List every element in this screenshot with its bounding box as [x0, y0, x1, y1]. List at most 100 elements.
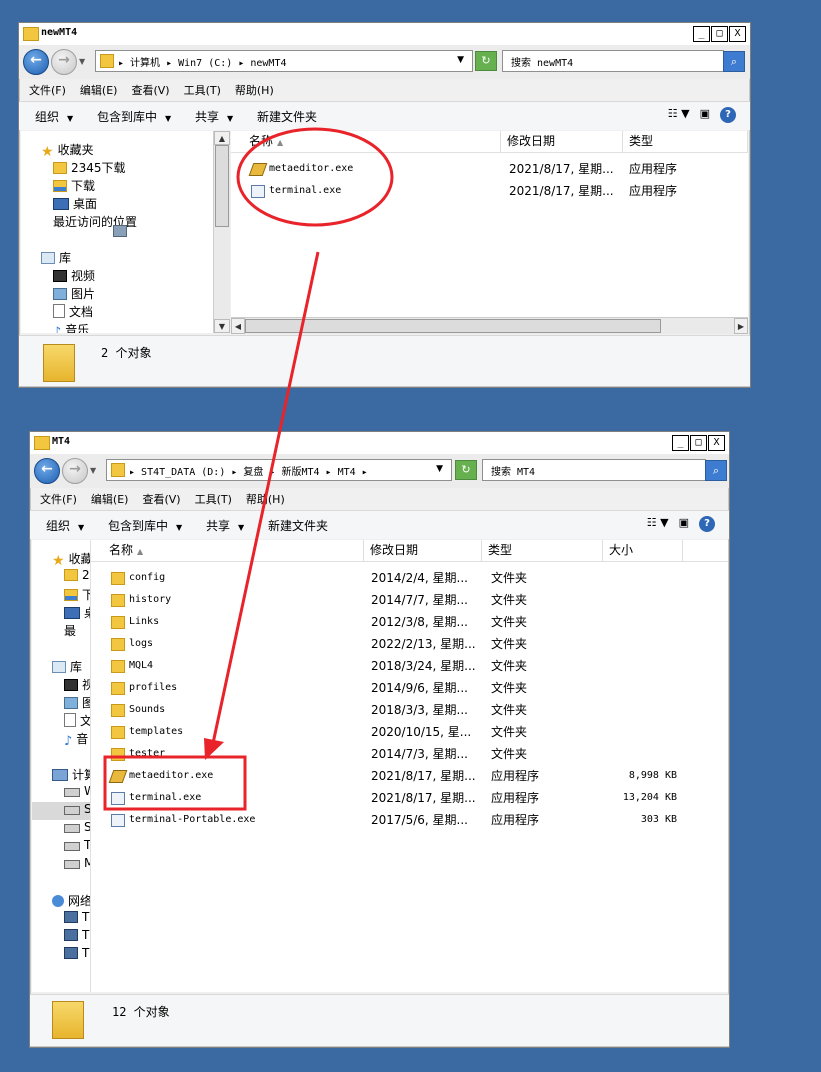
refresh-button[interactable]: ↻ — [455, 460, 477, 480]
nav-item-videos[interactable]: 视频 — [53, 267, 95, 284]
nav-item-desktop[interactable]: 桌 — [64, 604, 90, 621]
nav-item-2345-downloads[interactable]: 2345下载 — [53, 159, 126, 176]
nav-libraries[interactable]: 库 — [52, 658, 82, 675]
column-name[interactable]: 名称 ▲ — [231, 131, 501, 152]
minimize-button[interactable]: _ — [672, 435, 689, 451]
close-button[interactable]: X — [729, 26, 746, 42]
table-row[interactable]: terminal.exe 2021/8/17, 星期... 应用程序 13,204 K… — [91, 787, 728, 809]
table-row[interactable]: config 2014/2/4, 星期... 文件夹 — [91, 567, 728, 589]
maximize-button[interactable]: □ — [690, 435, 707, 451]
address-bar[interactable]: ▸ ST4T_DATA (D:) ▸ 复盘 ▸ 新版MT4 ▸ MT4 ▸ ▼ — [106, 459, 452, 481]
include-library-button[interactable]: 包含到库中 ▼ — [97, 108, 171, 125]
table-row[interactable]: metaeditor.exe 2021/8/17, 星期... 应用程序 8,998 … — [91, 765, 728, 787]
organize-button[interactable]: 组织 ▼ — [35, 108, 73, 125]
nav-item-documents[interactable]: 文 — [64, 712, 90, 729]
nav-item-pictures[interactable]: 图片 — [53, 285, 95, 302]
nav-item-drive-w[interactable]: W — [64, 784, 90, 798]
scroll-right-icon[interactable]: ▶ — [734, 318, 748, 334]
menu-tools[interactable]: 工具(T) — [184, 82, 221, 98]
help-icon[interactable]: ? — [699, 516, 715, 532]
column-type[interactable]: 类型 — [482, 540, 603, 561]
column-type[interactable]: 类型 — [623, 131, 748, 152]
title-bar[interactable]: MT4 _ □ X — [30, 432, 729, 454]
refresh-button[interactable]: ↻ — [475, 51, 497, 71]
search-icon[interactable]: ⌕ — [723, 51, 745, 72]
search-input[interactable]: 搜索 MT4 — [482, 459, 706, 481]
breadcrumb-folder-3[interactable]: MT4 — [338, 467, 356, 478]
minimize-button[interactable]: _ — [693, 26, 710, 42]
column-size[interactable]: 大小 — [603, 540, 683, 561]
view-options-icon[interactable]: ☷ ▼ — [647, 516, 669, 532]
column-modified[interactable]: 修改日期 — [501, 131, 623, 152]
address-dropdown-icon[interactable]: ▼ — [436, 464, 443, 474]
scroll-thumb[interactable] — [215, 145, 229, 227]
table-row[interactable]: Sounds 2018/3/3, 星期... 文件夹 — [91, 699, 728, 721]
nav-scrollbar[interactable]: ▲ ▼ — [213, 131, 230, 333]
menu-edit[interactable]: 编辑(E) — [80, 82, 118, 98]
column-modified[interactable]: 修改日期 — [364, 540, 482, 561]
nav-item-network-pc[interactable]: T — [64, 928, 89, 942]
nav-computer[interactable]: 计算 — [52, 766, 90, 783]
table-row[interactable]: terminal-Portable.exe 2017/5/6, 星期... 应用程序… — [91, 809, 728, 831]
new-folder-button[interactable]: 新建文件夹 — [257, 108, 317, 125]
nav-item-drive-selected[interactable]: S — [32, 802, 90, 820]
menu-help[interactable]: 帮助(H) — [235, 82, 274, 98]
breadcrumb-drive[interactable]: ST4T_DATA (D:) — [141, 467, 225, 478]
back-button[interactable]: ← — [23, 49, 49, 75]
breadcrumb-folder-2[interactable]: 新版MT4 — [281, 467, 319, 478]
share-button[interactable]: 共享 ▼ — [206, 517, 244, 534]
nav-item-2345-downloads[interactable]: 2 — [64, 568, 90, 582]
nav-item-pictures[interactable]: 图 — [64, 694, 90, 711]
menu-view[interactable]: 查看(V) — [131, 82, 169, 98]
forward-button[interactable]: → — [62, 458, 88, 484]
nav-item-drive-m[interactable]: M — [64, 856, 90, 870]
forward-button[interactable]: → — [51, 49, 77, 75]
scroll-left-icon[interactable]: ◀ — [231, 318, 245, 334]
preview-pane-icon[interactable]: ▣ — [679, 516, 689, 532]
menu-file[interactable]: 文件(F) — [29, 82, 66, 98]
nav-item-music[interactable]: ♪ 音乐 — [53, 321, 89, 333]
table-row[interactable]: profiles 2014/9/6, 星期... 文件夹 — [91, 677, 728, 699]
horizontal-scrollbar[interactable]: ◀ ▶ — [231, 317, 748, 334]
include-library-button[interactable]: 包含到库中 ▼ — [108, 517, 182, 534]
menu-tools[interactable]: 工具(T) — [195, 491, 232, 507]
nav-item-desktop[interactable]: 桌面 — [53, 195, 97, 212]
scroll-thumb[interactable] — [245, 319, 661, 333]
table-row[interactable]: metaeditor.exe 2021/8/17, 星期... 应用程序 — [231, 158, 748, 180]
table-row[interactable]: MQL4 2018/3/24, 星期... 文件夹 — [91, 655, 728, 677]
menu-view[interactable]: 查看(V) — [142, 491, 180, 507]
nav-favorites[interactable]: ★收藏夹 — [52, 550, 90, 569]
view-options-icon[interactable]: ☷ ▼ — [668, 107, 690, 123]
breadcrumb-computer[interactable]: 计算机 — [130, 58, 160, 69]
nav-item-music[interactable]: ♪ 音 — [64, 730, 88, 749]
column-name[interactable]: 名称 ▲ — [91, 540, 364, 561]
address-bar[interactable]: ▸ 计算机 ▸ Win7 (C:) ▸ newMT4 ▼ — [95, 50, 473, 72]
preview-pane-icon[interactable]: ▣ — [700, 107, 710, 123]
new-folder-button[interactable]: 新建文件夹 — [268, 517, 328, 534]
menu-help[interactable]: 帮助(H) — [246, 491, 285, 507]
nav-item-videos[interactable]: 视 — [64, 676, 90, 693]
nav-libraries[interactable]: 库 — [41, 249, 71, 266]
nav-item-network-pc[interactable]: T — [64, 946, 89, 960]
search-input[interactable]: 搜索 newMT4 — [502, 50, 724, 72]
table-row[interactable]: history 2014/7/7, 星期... 文件夹 — [91, 589, 728, 611]
scroll-down-icon[interactable]: ▼ — [214, 319, 230, 333]
nav-item-documents[interactable]: 文档 — [53, 303, 93, 320]
menu-edit[interactable]: 编辑(E) — [91, 491, 129, 507]
nav-item-network-pc[interactable]: T — [64, 910, 89, 924]
nav-favorites[interactable]: ★收藏夹 — [41, 141, 94, 160]
breadcrumb-folder[interactable]: newMT4 — [250, 58, 286, 69]
breadcrumb-folder-1[interactable]: 复盘 — [243, 467, 263, 478]
table-row[interactable]: templates 2020/10/15, 星... 文件夹 — [91, 721, 728, 743]
recent-pages-chevron-icon[interactable]: ▼ — [79, 57, 85, 66]
close-button[interactable]: X — [708, 435, 725, 451]
nav-item-recent-places[interactable]: 最 — [64, 622, 76, 639]
breadcrumb-drive[interactable]: Win7 (C:) — [178, 58, 232, 69]
nav-item-drive-s[interactable]: S — [64, 820, 90, 834]
title-bar[interactable]: newMT4 _ □ X — [19, 23, 750, 45]
menu-file[interactable]: 文件(F) — [40, 491, 77, 507]
table-row[interactable]: terminal.exe 2021/8/17, 星期... 应用程序 — [231, 180, 748, 202]
search-icon[interactable]: ⌕ — [705, 460, 727, 481]
address-dropdown-icon[interactable]: ▼ — [457, 55, 464, 65]
table-row[interactable]: Links 2012/3/8, 星期... 文件夹 — [91, 611, 728, 633]
